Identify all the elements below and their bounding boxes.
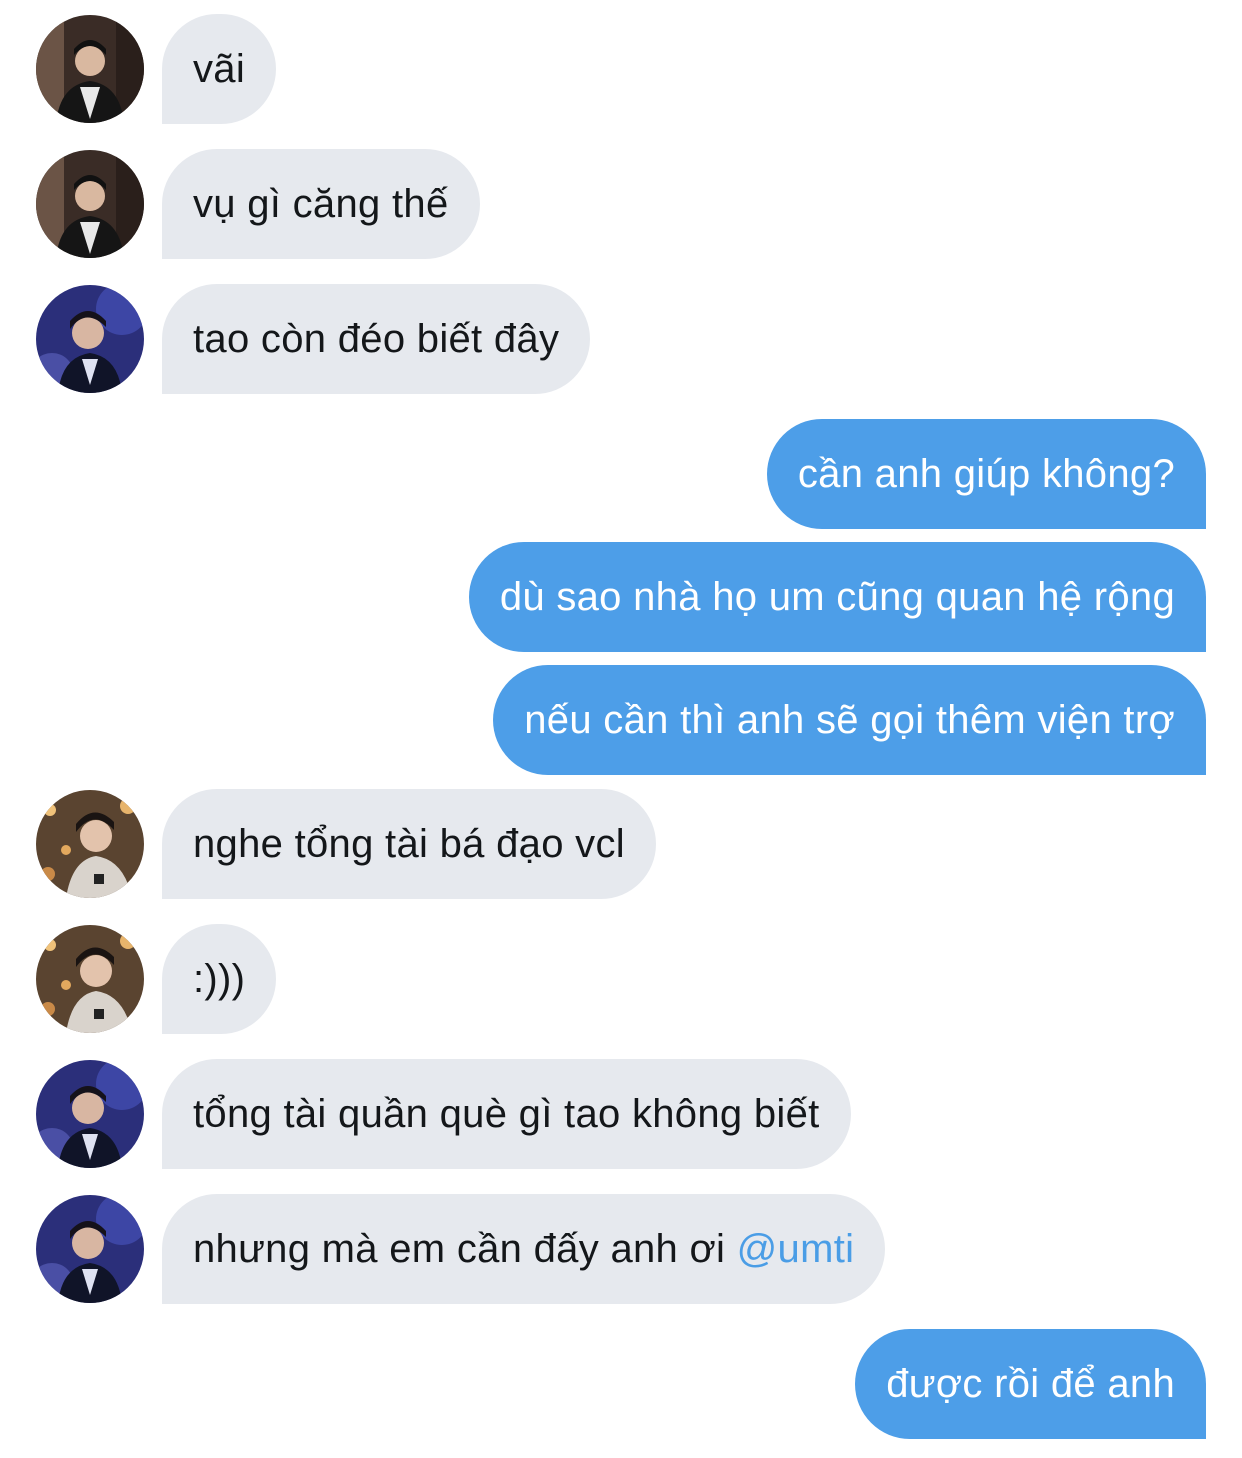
outgoing-message-bubble[interactable]: cần anh giúp không? [766, 419, 1206, 529]
message-row-incoming: tổng tài quần què gì tao không biết [0, 1059, 1242, 1169]
outgoing-message-bubble[interactable]: được rồi để anh [855, 1329, 1206, 1439]
message-row-outgoing: nếu cần thì anh sẽ gọi thêm viện trợ [0, 665, 1242, 775]
message-row-incoming: nhưng mà em cần đấy anh ơi @umti [0, 1194, 1242, 1304]
message-row-incoming: nghe tổng tài bá đạo vcl [0, 789, 1242, 899]
incoming-message-bubble[interactable]: vụ gì căng thế [162, 149, 480, 259]
incoming-message-bubble[interactable]: :))) [162, 924, 277, 1034]
message-text: tổng tài quần què gì tao không biết [193, 1091, 820, 1136]
outgoing-message-bubble[interactable]: nếu cần thì anh sẽ gọi thêm viện trợ [493, 665, 1206, 775]
message-text: tao còn đéo biết đây [193, 316, 560, 361]
user-b-avatar[interactable] [36, 1195, 144, 1303]
message-text: nếu cần thì anh sẽ gọi thêm viện trợ [524, 697, 1175, 742]
user-b-avatar[interactable] [36, 285, 144, 393]
outgoing-message-bubble[interactable]: dù sao nhà họ um cũng quan hệ rộng [468, 542, 1206, 652]
message-text: được rồi để anh [886, 1361, 1175, 1406]
message-text: dù sao nhà họ um cũng quan hệ rộng [499, 574, 1175, 619]
incoming-message-bubble[interactable]: nhưng mà em cần đấy anh ơi @umti [162, 1194, 886, 1304]
user-b-avatar[interactable] [36, 1060, 144, 1168]
message-row-incoming: vãi [0, 14, 1242, 124]
message-text: cần anh giúp không? [797, 451, 1175, 496]
message-thread: vãi vụ gì căng thế tao còn đéo biết đây … [0, 0, 1242, 1458]
incoming-message-bubble[interactable]: vãi [162, 14, 277, 124]
incoming-message-bubble[interactable]: nghe tổng tài bá đạo vcl [162, 789, 656, 899]
message-text: :))) [193, 956, 246, 1001]
message-row-incoming: tao còn đéo biết đây [0, 284, 1242, 394]
user-a-avatar[interactable] [36, 15, 144, 123]
message-text: vụ gì căng thế [193, 181, 449, 226]
message-text: nghe tổng tài bá đạo vcl [193, 821, 625, 866]
message-row-outgoing: được rồi để anh [0, 1329, 1242, 1439]
message-row-outgoing: dù sao nhà họ um cũng quan hệ rộng [0, 542, 1242, 652]
user-c-avatar[interactable] [36, 925, 144, 1033]
message-text: vãi [193, 46, 246, 91]
incoming-message-bubble[interactable]: tao còn đéo biết đây [162, 284, 591, 394]
incoming-message-bubble[interactable]: tổng tài quần què gì tao không biết [162, 1059, 851, 1169]
user-a-avatar[interactable] [36, 150, 144, 258]
user-mention-link[interactable]: @umti [737, 1227, 855, 1272]
message-row-incoming: vụ gì căng thế [0, 149, 1242, 259]
message-row-outgoing: cần anh giúp không? [0, 419, 1242, 529]
message-row-incoming: :))) [0, 924, 1242, 1034]
message-text: nhưng mà em cần đấy anh ơi [193, 1226, 737, 1271]
user-c-avatar[interactable] [36, 790, 144, 898]
